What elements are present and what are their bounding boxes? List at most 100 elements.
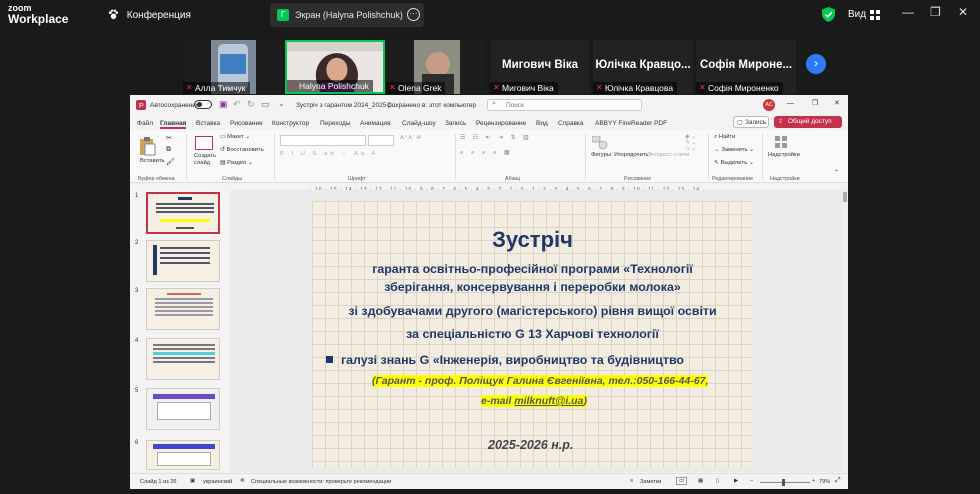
addins-label[interactable]: Надстройки [768, 152, 800, 158]
tab-abbyy[interactable]: ABBYY FineReader PDF [595, 120, 667, 127]
zoom-logo: zoom Workplace [8, 3, 69, 26]
present-icon[interactable]: ▭ [261, 99, 270, 110]
font-size-buttons[interactable]: A⁺ A⁻ A̸ [400, 135, 420, 141]
quick-styles-label[interactable]: Экспресс-стили [647, 152, 689, 158]
language-label[interactable]: украинский [203, 479, 232, 485]
tab-view[interactable]: Вид [536, 120, 548, 127]
addins-icon[interactable] [775, 136, 787, 148]
slideshow-icon[interactable]: ▶ [734, 478, 738, 484]
zoom-in-icon[interactable]: + [812, 478, 815, 484]
spellcheck-icon[interactable]: ▣ [190, 478, 195, 484]
tab-review[interactable]: Рецензирование [476, 120, 526, 127]
restore-button[interactable]: ❐ [812, 99, 818, 107]
paste-label[interactable]: Вставить [140, 158, 165, 164]
zoom-out-icon[interactable]: − [750, 478, 753, 484]
arrange-label[interactable]: Упорядочить [614, 152, 649, 158]
next-page-button[interactable]: › [806, 54, 826, 74]
find-button[interactable]: ⌕ Найти [714, 134, 735, 141]
autosave-toggle[interactable] [194, 100, 212, 109]
share-button[interactable]: ⇪ Общий доступ [774, 116, 842, 128]
tab-slideshow[interactable]: Слайд-шоу [402, 120, 436, 127]
tab-transitions[interactable]: Переходы [320, 120, 351, 127]
new-slide-label[interactable]: Создать слайд [194, 153, 222, 167]
new-slide-icon[interactable] [195, 136, 213, 150]
participant-tile[interactable]: Юлічка Кравцо... ✕ Юлічка Кравцова [593, 40, 693, 94]
collapse-ribbon-icon[interactable]: ⌃ [834, 170, 839, 176]
tab-help[interactable]: Справка [558, 120, 584, 127]
security-shield-icon[interactable] [822, 7, 835, 22]
email-link[interactable]: milknuft@i.ua [514, 395, 583, 407]
font-size-field[interactable] [368, 135, 394, 146]
layout-button[interactable]: ▭ Макет ⌄ [220, 134, 250, 140]
zoom-slider[interactable] [760, 479, 810, 486]
shapes-label[interactable]: Фигуры [591, 152, 611, 158]
conference-menu[interactable]: Конференция [108, 9, 191, 21]
search-box[interactable]: ⌕ Поиск [487, 99, 642, 111]
tab-design[interactable]: Конструктор [272, 120, 309, 127]
slide-thumbnail[interactable] [146, 338, 220, 380]
participant-tile[interactable]: Софія Мироне... ✕ Софія Мироненко [696, 40, 796, 94]
tab-file[interactable]: Файл [137, 120, 153, 127]
slide-thumbnail[interactable] [146, 440, 220, 470]
screen-share-indicator[interactable]: Г Экран (Halyna Polishchuk) ⋯ [270, 3, 424, 27]
replace-button[interactable]: ↔ Заменить ⌄ [714, 147, 754, 153]
grid-view-icon[interactable] [870, 10, 880, 20]
bullet-square-icon [326, 356, 333, 363]
vertical-scrollbar[interactable] [842, 188, 848, 472]
tab-insert[interactable]: Вставка [196, 120, 220, 127]
muted-mic-icon: ✕ [699, 83, 706, 92]
normal-view-icon[interactable]: ▭ [676, 477, 688, 485]
view-button[interactable]: Вид [848, 9, 866, 20]
accessibility-status[interactable]: Специальные возможности: проверьте реком… [251, 479, 391, 485]
fit-to-window-icon[interactable]: ⤢ [835, 477, 841, 485]
cut-icon[interactable]: ✂ [166, 134, 172, 142]
tab-home[interactable]: Главная [160, 120, 187, 129]
notes-button[interactable]: Заметки [640, 479, 661, 485]
reset-button[interactable]: ↺ Восстановить [220, 147, 264, 153]
share-icon: ⇪ [778, 119, 784, 125]
font-format-buttons[interactable]: B I U S ab ⇔ Aa A [280, 151, 378, 157]
tab-record[interactable]: Запись [445, 120, 466, 127]
notes-icon[interactable]: ≡ [630, 478, 633, 484]
current-slide[interactable]: Зустріч гаранта освітньо-професійної про… [312, 201, 753, 468]
minimize-button[interactable]: — [902, 5, 914, 19]
participant-tile[interactable]: ✕ Olena Grek [386, 40, 486, 94]
save-icon[interactable]: ▣ [219, 99, 228, 110]
user-avatar[interactable]: АС [763, 99, 775, 111]
align-buttons[interactable]: ≡ ≡ ≡ ≡ ▦ [460, 150, 512, 156]
list-buttons[interactable]: ☰ ☷ ⇤ ⇥ ⇅ ▥ [460, 135, 532, 141]
reading-view-icon[interactable]: ▯ [716, 478, 719, 484]
more-options-icon[interactable]: ⋯ [407, 8, 420, 21]
shapes-icon[interactable] [591, 135, 608, 150]
redo-icon[interactable]: ↻ [247, 99, 255, 110]
tab-animations[interactable]: Анимация [360, 120, 391, 127]
zoom-level[interactable]: 79% [819, 479, 830, 485]
record-button[interactable]: ▢ Запись [733, 116, 769, 128]
close-button[interactable]: ✕ [834, 99, 840, 107]
participant-tile[interactable]: ✕ Алла Тимчук [183, 40, 283, 94]
slide-thumbnail[interactable] [146, 388, 220, 430]
slide-text-line: зберігання, консервування і переробки мо… [384, 280, 681, 294]
copy-icon[interactable]: ⧉ [166, 146, 171, 154]
fill-outline-effects[interactable]: ◆ ⌄ ✎ ⌄ ◇ ⌄ [685, 134, 696, 152]
slide-thumbnail[interactable] [146, 192, 220, 234]
undo-icon[interactable]: ↶ [233, 99, 241, 110]
close-button[interactable]: ✕ [958, 5, 968, 19]
customize-toolbar-icon[interactable]: ⌄ [278, 99, 285, 108]
format-painter-icon[interactable]: 🖌 [166, 158, 175, 166]
tab-draw[interactable]: Рисование [230, 120, 263, 127]
font-name-field[interactable] [280, 135, 366, 146]
autosave-label: Автосохранение [150, 102, 200, 109]
minimize-button[interactable]: — [787, 100, 794, 107]
participant-tile[interactable]: Мигович Віка ✕ Мигович Віка [490, 40, 590, 94]
participant-tile-active[interactable]: ✕ Halyna Polishchuk [285, 40, 385, 94]
slide-thumbnail[interactable] [146, 288, 220, 330]
paste-icon[interactable] [138, 136, 156, 156]
select-button[interactable]: ↖ Выделить ⌄ [714, 160, 754, 166]
section-button[interactable]: ▤ Раздел ⌄ [220, 160, 253, 166]
slide-sorter-icon[interactable]: ▦ [698, 478, 703, 484]
slide-thumbnail[interactable] [146, 240, 220, 282]
accessibility-icon[interactable]: ✲ [240, 478, 245, 484]
slide-counter: Слайд 1 из 26 [140, 479, 177, 485]
restore-button[interactable]: ❐ [930, 5, 941, 19]
